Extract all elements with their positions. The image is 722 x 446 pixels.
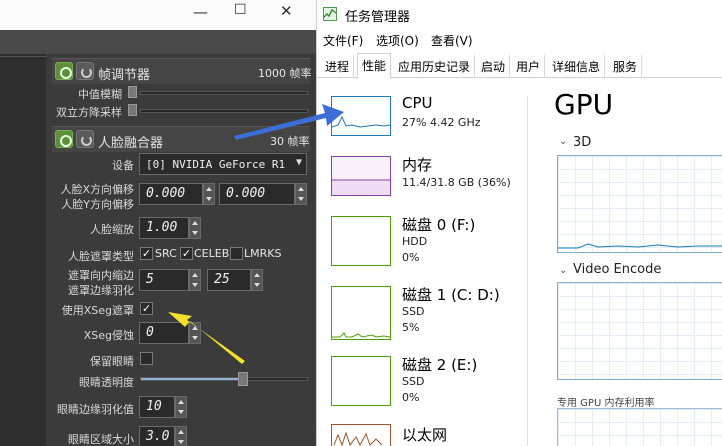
blue-arrow bbox=[234, 104, 344, 140]
annotation-overlay bbox=[168, 104, 344, 364]
yellow-arrow bbox=[168, 312, 245, 364]
